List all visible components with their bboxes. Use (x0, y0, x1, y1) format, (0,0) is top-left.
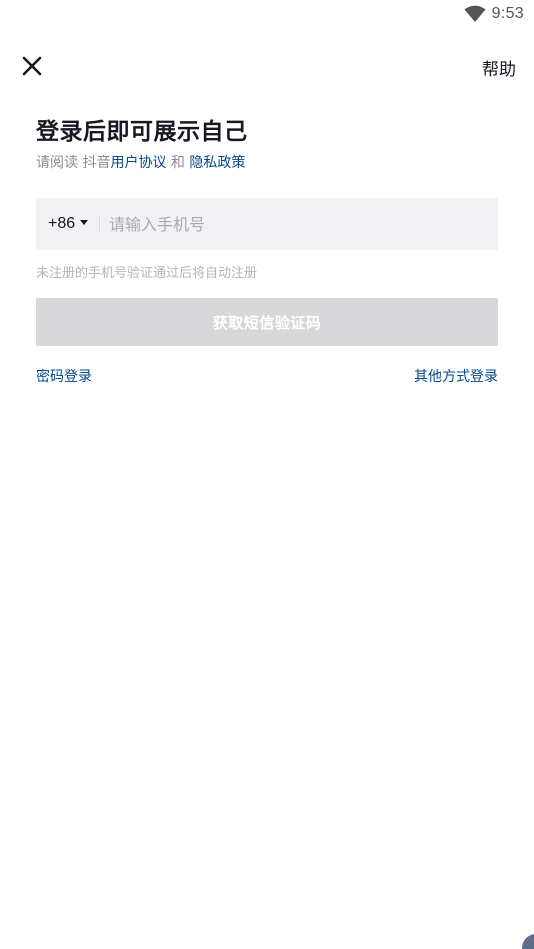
get-sms-code-button[interactable]: 获取短信验证码 (36, 298, 498, 346)
login-screen: 9:53 帮助 登录后即可展示自己 请阅读 抖音用户协议 和 隐私政策 +86 … (0, 0, 534, 949)
agreement-prefix: 请阅读 抖音 (36, 155, 111, 171)
agreement-and: 和 (166, 155, 190, 171)
field-divider (99, 217, 100, 231)
status-bar: 9:53 (0, 0, 534, 30)
phone-field: +86 (36, 198, 498, 250)
password-login-link[interactable]: 密码登录 (36, 366, 92, 386)
caret-down-icon (80, 220, 89, 226)
user-agreement-link[interactable]: 用户协议 (110, 155, 166, 171)
privacy-policy-link[interactable]: 隐私政策 (189, 155, 245, 171)
wifi-icon (464, 5, 486, 22)
phone-input[interactable] (109, 198, 479, 250)
register-hint: 未注册的手机号验证通过后将自动注册 (36, 266, 258, 281)
close-icon[interactable] (18, 52, 46, 80)
other-login-link[interactable]: 其他方式登录 (414, 366, 498, 386)
status-time: 9:53 (491, 5, 524, 22)
agreement-line: 请阅读 抖音用户协议 和 隐私政策 (36, 152, 245, 172)
page-title: 登录后即可展示自己 (36, 119, 248, 145)
help-link[interactable]: 帮助 (482, 55, 516, 80)
floating-bubble[interactable] (522, 934, 534, 949)
country-code-selector[interactable]: +86 (48, 198, 89, 250)
country-code-label: +86 (48, 215, 76, 232)
